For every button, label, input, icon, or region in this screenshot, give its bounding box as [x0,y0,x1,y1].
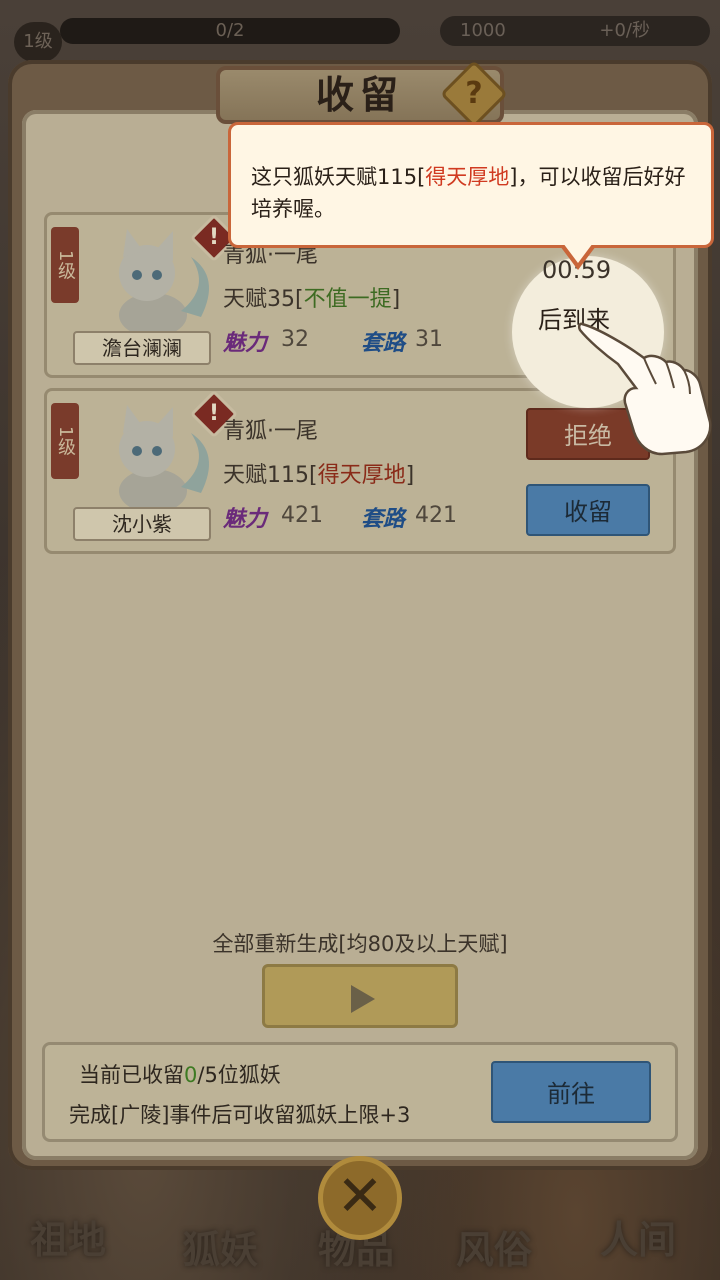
adopt-count-prefix: 当前已收留 [79,1063,184,1087]
adopt-button[interactable]: 收留 [526,484,650,536]
charm-label: 魅力 [223,506,268,532]
trick-value: 31 [415,327,443,352]
fox-name: 澹台澜澜 [73,331,211,365]
regenerate-all-text: 全部重新生成[均80及以上天赋] [212,932,508,956]
tooltip-highlight: 得天厚地 [425,165,510,189]
regenerate-play-button[interactable] [262,964,458,1028]
talent-prefix: 天赋115[ [223,463,318,488]
nav-customs[interactable]: 风俗 [456,1219,532,1274]
adopt-count-value: 0 [184,1063,198,1087]
hud-level-badge: 1级 [14,22,62,62]
nav-foxes[interactable]: 狐妖 [182,1219,258,1274]
tutorial-tooltip: 这只狐妖天赋115[得天厚地]，可以收留后好好培养喔。 [228,122,714,248]
hud-progress-bar: 0/2 [60,18,400,44]
goto-button[interactable]: 前往 [491,1061,651,1123]
hud-coin-rate: +0/秒 [599,20,650,41]
talent-prefix: 天赋35[ [223,287,304,312]
trick-label: 套路 [361,330,406,356]
charm-value: 32 [281,327,309,352]
hud-coins: 1000 +0/秒 [440,16,710,46]
hud-coins-value: 1000 [460,20,506,41]
level-ribbon: 1级 [51,403,79,479]
charm-label: 魅力 [223,330,268,356]
trick-label: 套路 [361,506,406,532]
talent-suffix: ] [405,463,415,488]
tooltip-tail-fill [563,243,593,263]
adopt-limit-hint: 完成[广陵]事件后可收留狐妖上限+3 [69,1103,411,1127]
play-icon [351,985,375,1013]
question-icon: ? [465,76,483,111]
adopt-count-suffix: /5位狐妖 [197,1063,281,1087]
fox-type: 青狐·一尾 [223,419,318,444]
talent-suffix: ] [391,287,401,312]
fox-name: 沈小紫 [73,507,211,541]
talent-tag: 得天厚地 [317,463,406,488]
level-ribbon: 1级 [51,227,79,303]
fox-talent: 天赋115[得天厚地] [223,457,414,489]
talent-tag: 不值一提 [303,287,392,312]
fox-talent: 天赋35[不值一提] [223,281,400,313]
nav-ancestral-land[interactable]: 祖地 [30,1209,106,1264]
nav-world[interactable]: 人间 [600,1209,676,1264]
trick-value: 421 [415,503,457,528]
hud-progress-text: 0/2 [215,20,245,41]
adopt-limit-box: 当前已收留0/5位狐妖 完成[广陵]事件后可收留狐妖上限+3 前往 [42,1042,678,1142]
adopt-count-text: 当前已收留0/5位狐妖 [79,1059,281,1089]
close-button[interactable]: ✕ [318,1156,402,1240]
close-icon: ✕ [336,1164,384,1229]
pointing-hand-icon [578,322,712,456]
tooltip-text-before: 这只狐妖天赋115[ [251,165,426,189]
charm-value: 421 [281,503,323,528]
